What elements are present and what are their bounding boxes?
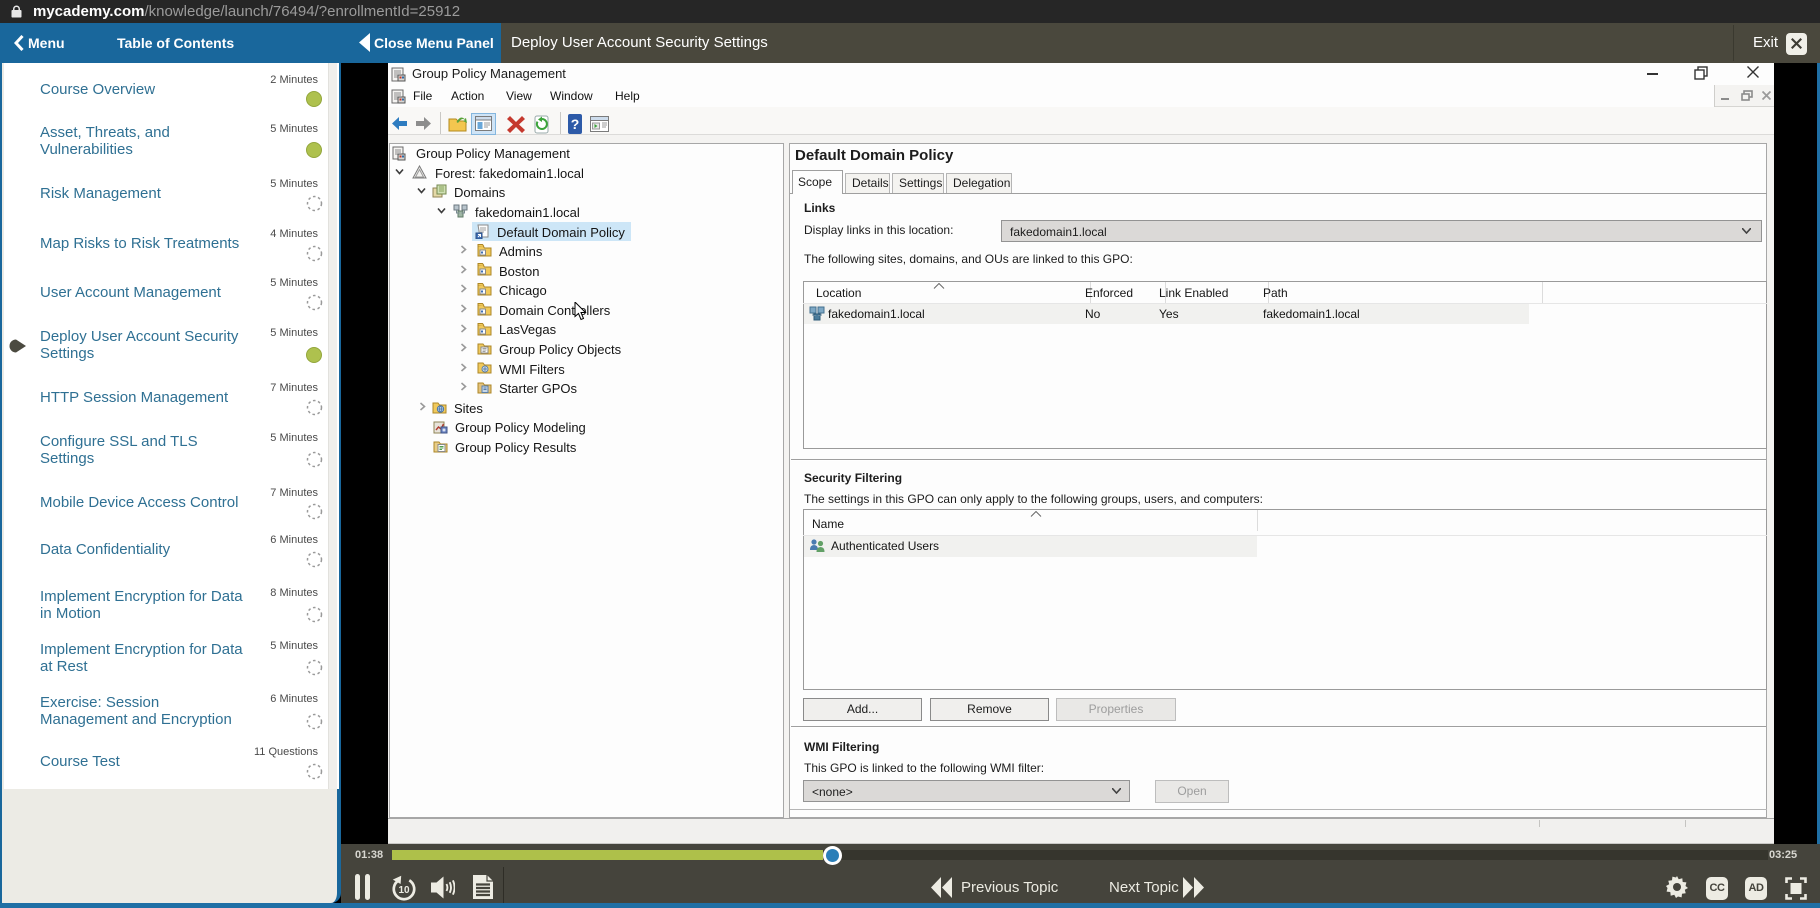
svg-text:10: 10 [398, 885, 410, 896]
